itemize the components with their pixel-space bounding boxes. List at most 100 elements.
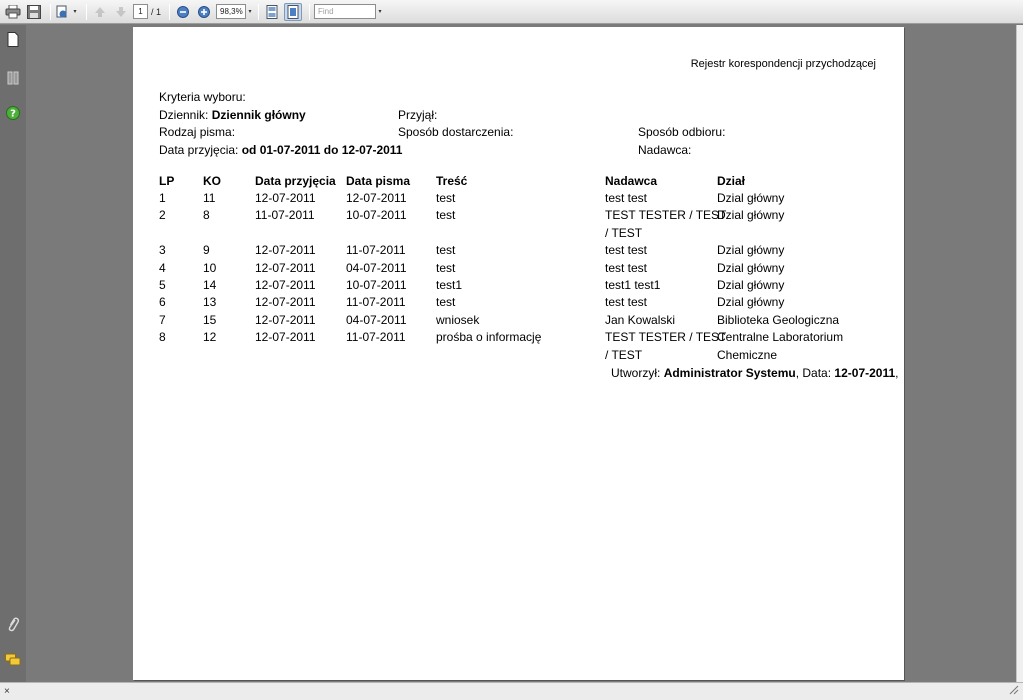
cell-nadawca: test test: [605, 243, 648, 258]
navigation-panel: ?: [0, 25, 26, 682]
cell-tresc: test: [436, 295, 456, 310]
attachments-panel-button[interactable]: [5, 617, 21, 635]
cell-tresc: test: [436, 191, 456, 205]
cell-dzial: Centralne Laboratorium: [717, 330, 844, 345]
column-header-data-pisma: Data pisma: [346, 174, 411, 188]
pdf-viewer-window: ▾ 1 / 1 98,3% ▾ Find ▾ ? Rejestr korespo…: [0, 0, 1023, 700]
resize-grip-icon[interactable]: [1009, 685, 1019, 698]
toolbar-separator: [50, 3, 51, 20]
cell-data-pisma: 11-07-2011: [346, 330, 406, 345]
help-button[interactable]: ?: [5, 105, 21, 123]
comments-panel-button[interactable]: [5, 653, 21, 672]
criteria-sposob-dostarczenia: Sposób dostarczenia:: [398, 125, 514, 139]
toolbar-separator: [169, 3, 171, 20]
svg-text:?: ?: [10, 108, 16, 119]
criteria-sposob-odbioru: Sposób odbioru:: [638, 125, 726, 139]
floppy-disk-icon: [27, 4, 41, 19]
page-total-label: / 1: [151, 6, 162, 17]
criteria-nadawca: Nadawca:: [638, 143, 692, 157]
cell-dzial: Dzial główny: [717, 295, 785, 310]
status-bar: ×: [0, 682, 1023, 700]
cell-lp: 2: [159, 208, 166, 223]
page-scroll-icon: [266, 4, 278, 19]
cell-tresc: wniosek: [436, 312, 480, 327]
cell-tresc: test: [436, 243, 456, 258]
cell-nadawca: test test: [605, 191, 648, 205]
print-button[interactable]: [4, 3, 22, 21]
bookmarks-panel-button[interactable]: [5, 71, 21, 90]
zoom-level-input[interactable]: 98,3%: [216, 4, 247, 19]
cell-ko: 11: [203, 191, 216, 205]
cell-data-pisma: 10-07-2011: [346, 208, 407, 223]
criteria-value: od 01-07-2011 do 12-07-2011: [241, 143, 403, 157]
cell-data-przyjecia: 12-07-2011: [255, 330, 316, 345]
find-options-chevron-icon[interactable]: ▾: [376, 4, 384, 19]
printer-icon: [5, 4, 21, 19]
criteria-heading: Kryteria wyboru:: [159, 90, 246, 104]
cell-nadawca: test1 test1: [605, 278, 661, 292]
cell-nadawca: test test: [605, 295, 648, 310]
cell-data-przyjecia: 12-07-2011: [255, 243, 316, 258]
save-button[interactable]: [25, 3, 43, 21]
zoom-in-button[interactable]: [195, 3, 213, 21]
fit-width-button[interactable]: [284, 2, 303, 21]
cell-lp: 7: [159, 312, 166, 327]
find-input[interactable]: Find: [314, 4, 377, 19]
comments-icon: [5, 653, 21, 672]
vertical-scrollbar[interactable]: [1016, 25, 1023, 682]
cell-lp: 1: [159, 191, 166, 205]
cell-data-przyjecia: 12-07-2011: [255, 260, 316, 275]
tools-dropdown-button[interactable]: ▾: [55, 3, 79, 21]
cell-data-przyjecia: 11-07-2011: [255, 208, 315, 223]
zoom-out-button[interactable]: [174, 3, 192, 21]
cell-ko: 8: [203, 208, 210, 223]
cell-ko: 10: [203, 260, 217, 275]
criteria-label: Dziennik:: [159, 108, 209, 122]
fit-width-icon: [287, 4, 299, 19]
date-value: 12-07-2011: [834, 366, 896, 380]
zoom-dropdown-chevron-icon[interactable]: ▾: [246, 4, 254, 19]
cell-data-przyjecia: 12-07-2011: [255, 278, 316, 292]
column-header-tresc: Treść: [436, 174, 468, 188]
cell-lp: 3: [159, 243, 166, 258]
created-by-value: Administrator Systemu: [663, 366, 796, 380]
column-header-lp: LP: [159, 174, 175, 188]
date-label: , Data:: [795, 366, 832, 380]
cell-nadawca: / TEST: [605, 225, 643, 240]
cell-nadawca: TEST TESTER / TEST: [605, 330, 727, 345]
report-footer: Utworzył: Administrator Systemu, Data: 1…: [611, 366, 899, 380]
cell-dzial: Dzial główny: [717, 278, 785, 292]
cell-data-pisma: 11-07-2011: [346, 243, 406, 258]
fit-page-button[interactable]: [263, 3, 281, 21]
zoom-out-icon: [177, 5, 190, 18]
cell-dzial: Dzial główny: [717, 243, 785, 258]
cell-data-pisma: 12-07-2011: [346, 191, 407, 205]
cell-tresc: test: [436, 260, 456, 275]
next-page-button[interactable]: [112, 3, 130, 21]
cell-dzial: Dzial główny: [717, 260, 785, 275]
column-header-nadawca: Nadawca: [605, 174, 658, 188]
cell-data-pisma: 04-07-2011: [346, 312, 407, 327]
cell-nadawca: test test: [605, 260, 648, 275]
pages-panel-button[interactable]: [5, 32, 21, 52]
bookmark-icon: [7, 71, 19, 90]
toolbar-separator: [309, 3, 311, 20]
previous-page-button[interactable]: [91, 3, 109, 21]
criteria-value: Dziennik główny: [211, 108, 306, 122]
pages-icon: [7, 32, 19, 52]
cell-tresc: prośba o informację: [436, 330, 542, 345]
toolbar-separator: [258, 3, 260, 20]
page-number-input[interactable]: 1: [133, 4, 148, 19]
criteria-dziennik: Dziennik: Dziennik główny: [159, 108, 306, 122]
chevron-down-icon: ▾: [73, 9, 77, 15]
close-icon[interactable]: ×: [4, 686, 10, 697]
footer-trailing: ,: [895, 366, 899, 380]
toolbar: ▾ 1 / 1 98,3% ▾ Find ▾: [0, 0, 1023, 24]
cell-lp: 6: [159, 295, 166, 310]
column-header-data-przyjecia: Data przyjęcia: [255, 174, 336, 188]
cell-dzial: Chemiczne: [717, 347, 778, 362]
cell-data-przyjecia: 12-07-2011: [255, 191, 316, 205]
cell-lp: 8: [159, 330, 166, 345]
column-header-dzial: Dział: [717, 174, 746, 188]
cell-ko: 15: [203, 312, 217, 327]
